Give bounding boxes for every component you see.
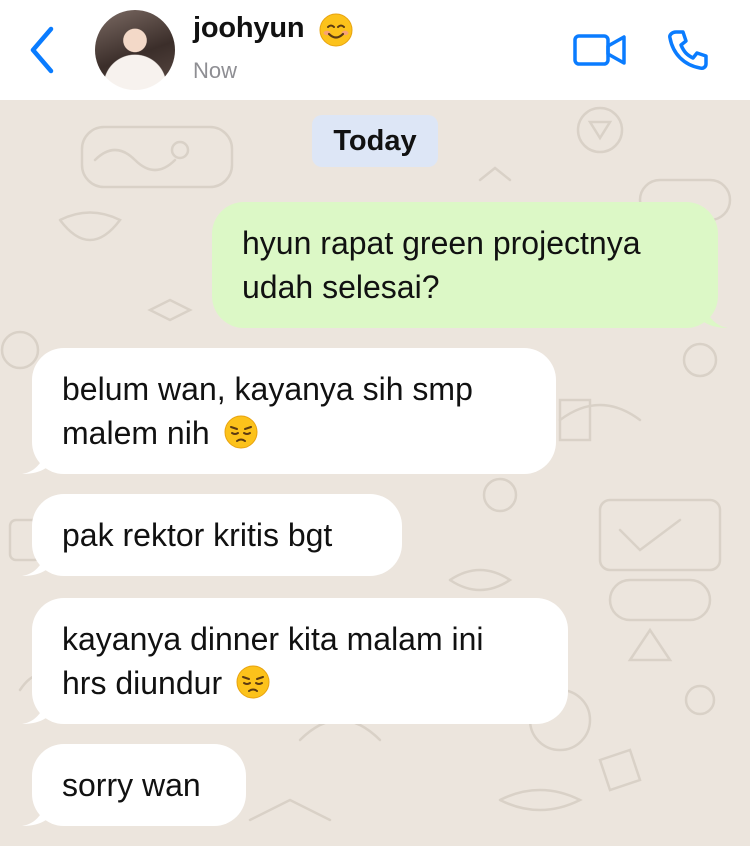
message-text: hyun rapat green projectnya bbox=[242, 225, 641, 261]
date-separator: Today bbox=[312, 115, 438, 167]
chat-area[interactable]: Today hyun rapat green projectnya udah s… bbox=[0, 100, 750, 846]
video-camera-icon bbox=[573, 34, 626, 66]
bubble-tail bbox=[22, 700, 46, 724]
contact-name[interactable]: joohyun bbox=[193, 12, 305, 45]
video-call-button[interactable] bbox=[572, 30, 628, 70]
bubble-tail bbox=[22, 450, 46, 474]
voice-call-button[interactable] bbox=[666, 28, 710, 72]
message-text: sorry wan bbox=[62, 767, 201, 803]
message-incoming[interactable]: pak rektor kritis bgt bbox=[22, 494, 402, 576]
phone-icon bbox=[668, 30, 708, 70]
message-text: kayanya dinner kita malam ini bbox=[62, 621, 484, 657]
message-text: malem nih bbox=[62, 415, 210, 451]
bubble-tail bbox=[22, 802, 46, 826]
chat-header: joohyun Now bbox=[0, 0, 750, 100]
chevron-left-icon bbox=[30, 26, 54, 74]
smiling-face-emoji bbox=[319, 13, 353, 47]
back-button[interactable] bbox=[22, 22, 62, 78]
avatar[interactable] bbox=[95, 10, 175, 90]
bubble-tail bbox=[704, 304, 728, 328]
message-text: udah selesai? bbox=[242, 269, 440, 305]
message-incoming[interactable]: belum wan, kayanya sih smp malem nih bbox=[22, 348, 556, 474]
message-outgoing[interactable]: hyun rapat green projectnya udah selesai… bbox=[212, 202, 728, 328]
pensive-face-emoji bbox=[224, 415, 257, 449]
message-incoming[interactable]: sorry wan bbox=[22, 744, 246, 826]
message-text: pak rektor kritis bgt bbox=[62, 517, 333, 553]
bubble-tail bbox=[22, 552, 46, 576]
message-text: hrs diundur bbox=[62, 665, 223, 701]
message-incoming[interactable]: kayanya dinner kita malam ini hrs diundu… bbox=[22, 598, 568, 724]
message-text: belum wan, kayanya sih smp bbox=[62, 371, 473, 407]
pensive-face-emoji bbox=[236, 665, 270, 699]
contact-status: Now bbox=[193, 58, 238, 83]
